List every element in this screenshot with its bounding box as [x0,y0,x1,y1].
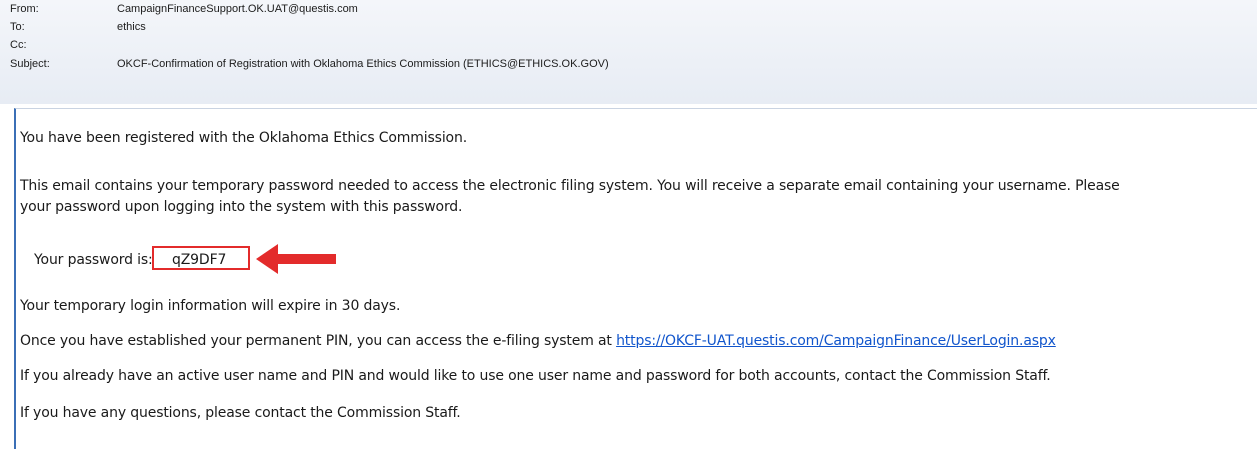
password-label: Your password is: [34,252,153,268]
cc-row: Cc: [0,36,1257,54]
cc-label: Cc: [10,39,27,51]
subject-label: Subject: [10,58,50,70]
subject-row: Subject: OKCF-Confirmation of Registrati… [0,55,1257,73]
body-line-temp-password-1: This email contains your temporary passw… [20,178,1120,194]
from-row: From: CampaignFinanceSupport.OK.UAT@ques… [0,0,1257,18]
body-line-temp-password-2: your password upon logging into the syst… [20,199,463,215]
body-line-registered: You have been registered with the Oklaho… [20,130,467,146]
to-row: To: ethics [0,18,1257,36]
email-body [14,108,1257,449]
body-line-active-user: If you already have an active user name … [20,368,1051,384]
password-value: qZ9DF7 [172,252,227,268]
email-header: From: CampaignFinanceSupport.OK.UAT@ques… [0,0,1257,104]
login-link[interactable]: https://OKCF-UAT.questis.com/CampaignFin… [616,333,1056,349]
subject-value: OKCF-Confirmation of Registration with O… [117,58,609,70]
body-line-questions: If you have any questions, please contac… [20,405,461,421]
from-label: From: [10,3,39,15]
body-line-efiling: Once you have established your permanent… [20,331,1056,351]
body-line-expire: Your temporary login information will ex… [20,298,401,314]
to-label: To: [10,21,25,33]
efiling-text: Once you have established your permanent… [20,333,612,349]
left-arrow-icon [256,244,336,274]
from-value[interactable]: CampaignFinanceSupport.OK.UAT@questis.co… [117,0,358,18]
to-value[interactable]: ethics [117,18,146,36]
